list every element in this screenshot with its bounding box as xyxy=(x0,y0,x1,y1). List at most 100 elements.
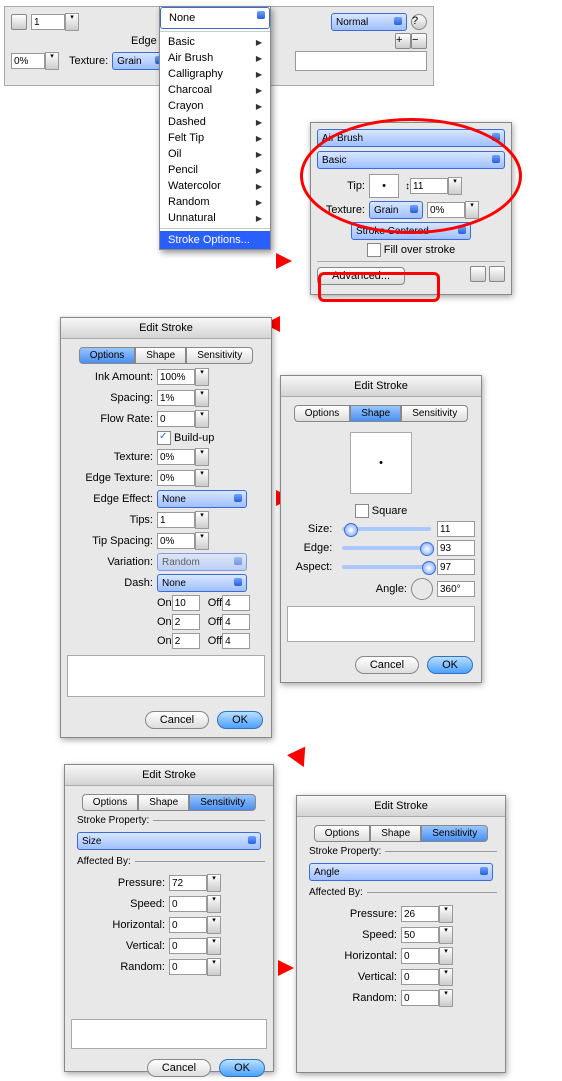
cancel-button-2[interactable]: Cancel xyxy=(355,656,419,674)
spacing-input[interactable] xyxy=(157,390,195,406)
tips-stepper[interactable]: ▾ xyxy=(195,511,209,529)
horiz-input-2[interactable] xyxy=(401,948,439,964)
tab-options-4[interactable]: Options xyxy=(314,825,370,842)
angle-dial[interactable] xyxy=(411,578,433,600)
tips-input[interactable] xyxy=(157,512,195,528)
dash-on-2[interactable] xyxy=(172,614,200,630)
menu-item-basic[interactable]: Basic xyxy=(160,34,270,50)
horiz-stepper-1[interactable]: ▾ xyxy=(207,916,221,934)
vert-input-2[interactable] xyxy=(401,969,439,985)
tab-sensitivity-2[interactable]: Sensitivity xyxy=(401,405,468,422)
menu-item-unnatural[interactable]: Unnatural xyxy=(160,210,270,226)
pressure-stepper-2[interactable]: ▾ xyxy=(439,905,453,923)
menu-item-felttip[interactable]: Felt Tip xyxy=(160,130,270,146)
tip-spacing-input[interactable] xyxy=(157,533,195,549)
stroke-width-input[interactable] xyxy=(31,14,65,30)
ink-amount-input[interactable] xyxy=(157,369,195,385)
speed-stepper-2[interactable]: ▾ xyxy=(439,926,453,944)
ok-button-2[interactable]: OK xyxy=(427,656,473,674)
opacity-input[interactable] xyxy=(11,53,45,69)
cancel-button-1[interactable]: Cancel xyxy=(145,711,209,729)
stroke-property-select-2[interactable]: Angle xyxy=(309,863,493,881)
cancel-button-3[interactable]: Cancel xyxy=(147,1059,211,1077)
dash-off-3[interactable] xyxy=(222,633,250,649)
horiz-input-1[interactable] xyxy=(169,917,207,933)
edge-input[interactable] xyxy=(437,540,475,556)
tab-options-2[interactable]: Options xyxy=(294,405,350,422)
random-input-1[interactable] xyxy=(169,959,207,975)
tab-sensitivity-3[interactable]: Sensitivity xyxy=(189,794,256,811)
random-input-2[interactable] xyxy=(401,990,439,1006)
tab-sensitivity[interactable]: Sensitivity xyxy=(186,347,253,364)
fill-over-checkbox[interactable] xyxy=(367,243,381,257)
opacity-stepper[interactable]: ▾ xyxy=(45,52,59,70)
menu-item-airbrush[interactable]: Air Brush xyxy=(160,50,270,66)
dialog-title-shape: Edit Stroke xyxy=(281,376,481,397)
dash-off-2[interactable] xyxy=(222,614,250,630)
vert-stepper-1[interactable]: ▾ xyxy=(207,937,221,955)
random-stepper-1[interactable]: ▾ xyxy=(207,958,221,976)
square-checkbox[interactable] xyxy=(355,504,369,518)
plus-icon[interactable]: + xyxy=(395,33,411,49)
tab-options[interactable]: Options xyxy=(79,347,135,364)
stroke-property-value-1: Size xyxy=(82,836,101,847)
pressure-input-2[interactable] xyxy=(401,906,439,922)
menu-item-watercolor[interactable]: Watercolor xyxy=(160,178,270,194)
aspect-input[interactable] xyxy=(437,559,475,575)
pencil-icon[interactable] xyxy=(11,14,27,30)
pressure-stepper-1[interactable]: ▾ xyxy=(207,874,221,892)
buildup-checkbox[interactable] xyxy=(157,431,171,445)
tab-shape-3[interactable]: Shape xyxy=(138,794,189,811)
lock-icon[interactable] xyxy=(470,266,486,282)
size-input[interactable] xyxy=(437,521,475,537)
menu-item-calligraphy[interactable]: Calligraphy xyxy=(160,66,270,82)
edge-slider[interactable] xyxy=(342,546,431,550)
flow-input[interactable] xyxy=(157,411,195,427)
trash-icon[interactable] xyxy=(489,266,505,282)
minus-icon[interactable]: − xyxy=(411,33,427,49)
menu-item-pencil[interactable]: Pencil xyxy=(160,162,270,178)
opt-texture-stepper[interactable]: ▾ xyxy=(195,448,209,466)
tab-shape-4[interactable]: Shape xyxy=(370,825,421,842)
speed-stepper-1[interactable]: ▾ xyxy=(207,895,221,913)
horiz-stepper-2[interactable]: ▾ xyxy=(439,947,453,965)
tip-spacing-stepper[interactable]: ▾ xyxy=(195,532,209,550)
menu-item-charcoal[interactable]: Charcoal xyxy=(160,82,270,98)
tab-shape[interactable]: Shape xyxy=(135,347,186,364)
edge-texture-input[interactable] xyxy=(157,470,195,486)
edge-texture-stepper[interactable]: ▾ xyxy=(195,469,209,487)
speed-input-1[interactable] xyxy=(169,896,207,912)
help-icon[interactable]: ? xyxy=(411,14,427,30)
pressure-input-1[interactable] xyxy=(169,875,207,891)
menu-item-dashed[interactable]: Dashed xyxy=(160,114,270,130)
stroke-property-select-1[interactable]: Size xyxy=(77,832,261,850)
dash-select[interactable]: None xyxy=(157,574,247,592)
ok-button-3[interactable]: OK xyxy=(219,1059,265,1077)
menu-item-random[interactable]: Random xyxy=(160,194,270,210)
opt-texture-input[interactable] xyxy=(157,449,195,465)
random-stepper-2[interactable]: ▾ xyxy=(439,989,453,1007)
tab-shape-2[interactable]: Shape xyxy=(350,405,401,422)
aspect-slider[interactable] xyxy=(342,565,431,569)
menu-item-oil[interactable]: Oil xyxy=(160,146,270,162)
tab-options-3[interactable]: Options xyxy=(82,794,138,811)
menu-item-stroke-options[interactable]: Stroke Options... xyxy=(160,231,270,249)
speed-input-2[interactable] xyxy=(401,927,439,943)
blend-mode-select[interactable]: Normal xyxy=(331,13,407,31)
spacing-stepper[interactable]: ▾ xyxy=(195,389,209,407)
dash-on-3[interactable] xyxy=(172,633,200,649)
dash-on-1[interactable] xyxy=(172,595,200,611)
size-slider[interactable] xyxy=(342,527,431,531)
stroke-width-stepper[interactable]: ▾ xyxy=(65,13,79,31)
edge-effect-select[interactable]: None xyxy=(157,490,247,508)
vert-stepper-2[interactable]: ▾ xyxy=(439,968,453,986)
dash-off-1[interactable] xyxy=(222,595,250,611)
angle-input[interactable] xyxy=(437,581,475,597)
flow-stepper[interactable]: ▾ xyxy=(195,410,209,428)
ink-amount-stepper[interactable]: ▾ xyxy=(195,368,209,386)
menu-item-none[interactable]: None xyxy=(160,7,270,29)
ok-button-1[interactable]: OK xyxy=(217,711,263,729)
vert-input-1[interactable] xyxy=(169,938,207,954)
menu-item-crayon[interactable]: Crayon xyxy=(160,98,270,114)
tab-sensitivity-4[interactable]: Sensitivity xyxy=(421,825,488,842)
